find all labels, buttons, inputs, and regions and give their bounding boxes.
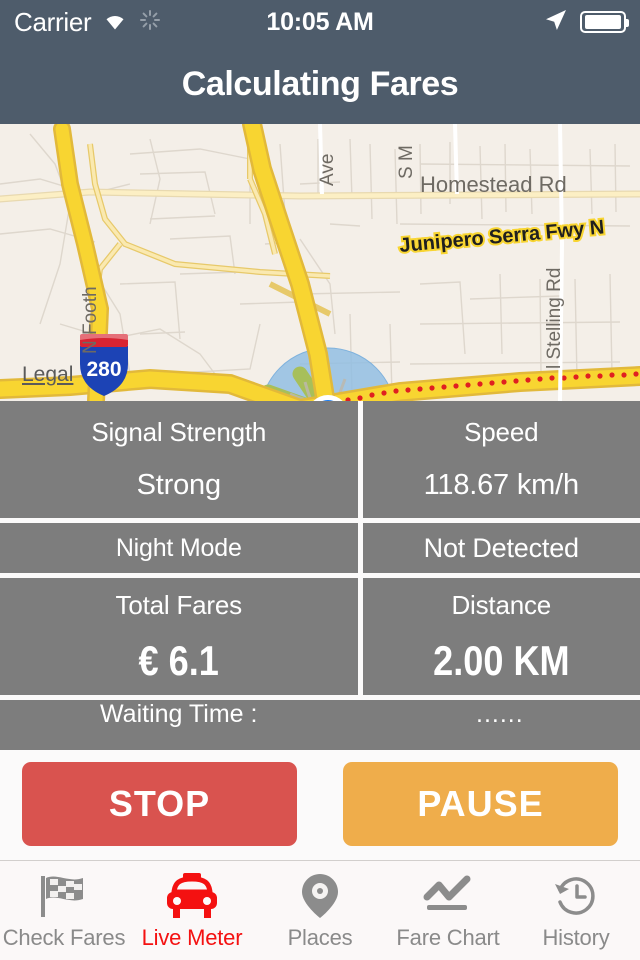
taxi-car-icon	[161, 871, 223, 921]
night-mode-value-cell: Not Detected	[362, 523, 640, 573]
map-label-stelling: l Stelling Rd	[544, 268, 565, 369]
map-view[interactable]: 280 Homestead Rd Ave S M l Stelling Rd N…	[0, 124, 640, 401]
total-fares-cell: Total Fares € 6.1	[0, 578, 358, 695]
stop-button[interactable]: STOP	[22, 762, 297, 846]
tab-history[interactable]: History	[512, 861, 640, 960]
total-fares-label: Total Fares	[115, 589, 243, 620]
signal-strength-label: Signal Strength	[91, 417, 267, 447]
shield-number: 280	[86, 358, 121, 381]
map-label-foothill: N Footh	[80, 286, 101, 354]
tab-check-fares[interactable]: Check Fares	[0, 861, 128, 960]
meter-info-panels: Signal Strength Strong Speed 118.67 km/h…	[0, 401, 640, 755]
panel-row-waiting-time: Waiting Time : ......	[0, 700, 640, 750]
tab-label-live-meter: Live Meter	[141, 924, 243, 950]
signal-strength-cell: Signal Strength Strong	[0, 401, 358, 518]
map-label-sm: S M	[396, 145, 417, 179]
tab-label-places: Places	[287, 924, 353, 950]
speed-value: 118.67 km/h	[423, 469, 579, 501]
clock-rewind-icon	[551, 871, 601, 921]
tab-fare-chart[interactable]: Fare Chart	[384, 861, 512, 960]
pause-button[interactable]: PAUSE	[343, 762, 618, 846]
line-chart-icon	[422, 871, 474, 921]
map-canvas: 280 Homestead Rd Ave S M l Stelling Rd N…	[0, 124, 640, 401]
meter-action-buttons: STOP PAUSE	[0, 762, 640, 846]
status-bar-right	[544, 0, 629, 44]
location-arrow-icon	[544, 8, 568, 37]
clock-label: 10:05 AM	[266, 7, 374, 36]
waiting-time-label: Waiting Time :	[100, 700, 258, 728]
tab-label-check-fares: Check Fares	[2, 924, 126, 950]
night-mode-label: Night Mode	[115, 533, 242, 562]
night-mode-value: Not Detected	[423, 532, 579, 563]
page-title: Calculating Fares	[181, 64, 459, 103]
waiting-time-value: ......	[476, 700, 524, 728]
distance-label: Distance	[451, 589, 552, 620]
signal-strength-value: Strong	[136, 469, 221, 501]
total-fares-value: € 6.1	[138, 636, 219, 684]
distance-value: 2.00 KM	[432, 636, 570, 684]
panel-row-fares-distance: Total Fares € 6.1 Distance 2.00 KM	[0, 578, 640, 695]
tab-bar: Check Fares Live Meter Places Fare Chart…	[0, 860, 640, 960]
status-bar: Carrier 10:05 AM	[0, 0, 640, 44]
checkered-flag-icon	[37, 871, 91, 921]
tab-label-history: History	[542, 924, 610, 950]
navigation-bar: Calculating Fares	[0, 44, 640, 124]
app-screen: Carrier 10:05 AM Calculating Fares 280 H…	[0, 0, 640, 960]
map-label-ave: Ave	[317, 154, 338, 186]
waiting-time-cell: Waiting Time : ......	[0, 700, 640, 750]
speed-cell: Speed 118.67 km/h	[362, 401, 640, 518]
battery-fill	[585, 15, 621, 29]
panel-row-signal-speed: Signal Strength Strong Speed 118.67 km/h	[0, 401, 640, 518]
speed-label: Speed	[464, 417, 539, 447]
panel-row-night-mode: Night Mode Not Detected	[0, 523, 640, 573]
battery-full-icon	[580, 11, 629, 33]
night-mode-cell: Night Mode	[0, 523, 358, 573]
map-legal-link[interactable]: Legal	[22, 363, 73, 387]
map-label-homestead: Homestead Rd	[420, 172, 567, 197]
tab-label-fare-chart: Fare Chart	[396, 924, 500, 950]
distance-cell: Distance 2.00 KM	[362, 578, 640, 695]
map-pin-icon	[298, 871, 342, 921]
tab-places[interactable]: Places	[256, 861, 384, 960]
tab-live-meter[interactable]: Live Meter	[128, 861, 256, 960]
